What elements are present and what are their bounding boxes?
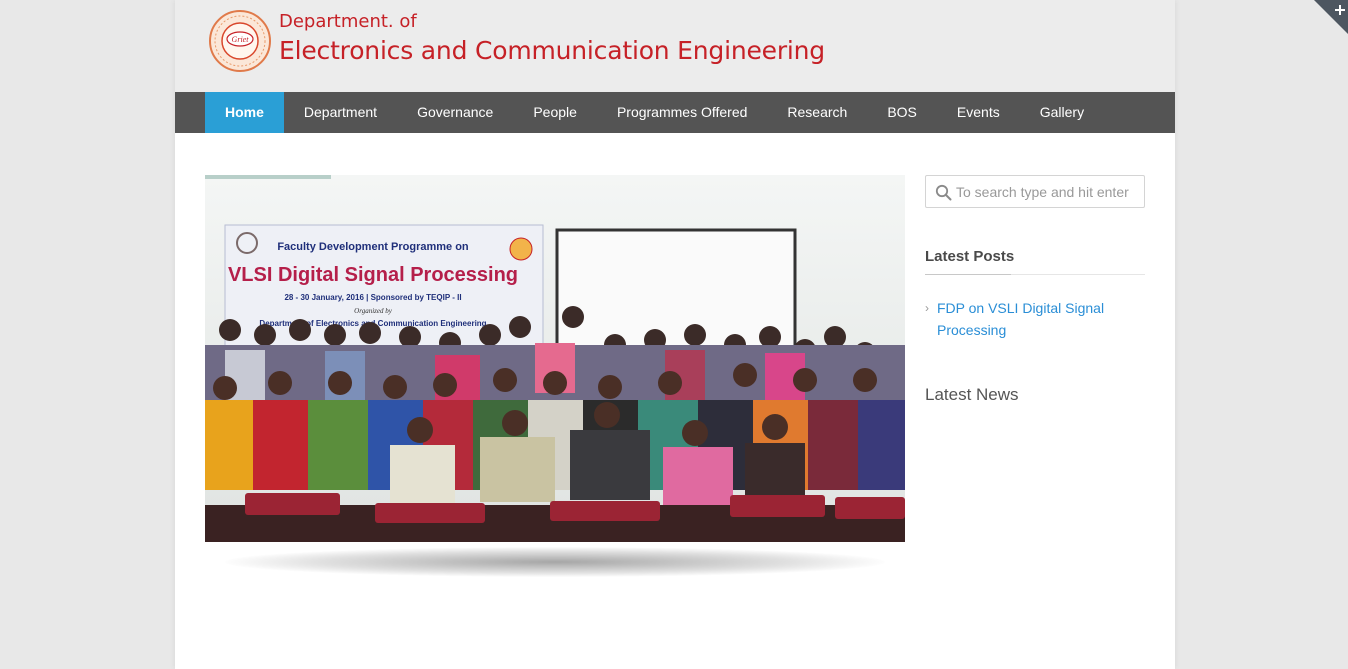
page-container: Griet Department. of Electronics and Com… [175, 0, 1175, 669]
banner-line4: Organized by [354, 307, 393, 315]
slider-progress-bar [205, 175, 905, 179]
logo-text: Griet [232, 35, 250, 44]
sidebar: Latest Posts › FDP on VSLI Digital Signa… [925, 175, 1145, 405]
post-link[interactable]: › FDP on VSLI Digital Signal Processing [925, 297, 1145, 341]
slider-shadow [225, 547, 885, 577]
nav-people[interactable]: People [513, 92, 597, 133]
nav-department[interactable]: Department [284, 92, 397, 133]
nav-programmes-offered[interactable]: Programmes Offered [597, 92, 767, 133]
chevron-right-icon: › [925, 301, 929, 315]
nav-gallery[interactable]: Gallery [1020, 92, 1104, 133]
dept-title[interactable]: Electronics and Communication Engineerin… [279, 36, 825, 65]
plus-icon [1314, 0, 1348, 34]
nav-research[interactable]: Research [767, 92, 867, 133]
latest-posts-underline [925, 274, 1011, 275]
nav-governance[interactable]: Governance [397, 92, 513, 133]
college-logo[interactable]: Griet [208, 9, 272, 73]
banner-line3: 28 - 30 January, 2016 | Sponsored by TEQ… [284, 293, 461, 302]
dept-subtitle: Department. of [279, 11, 417, 32]
nav-home[interactable]: Home [205, 92, 284, 133]
latest-posts-list: › FDP on VSLI Digital Signal Processing [925, 297, 1145, 341]
slider-image[interactable]: Faculty Development Programme on VLSI Di… [205, 175, 905, 542]
banner-line1: Faculty Development Programme on [277, 241, 469, 253]
site-header: Griet Department. of Electronics and Com… [175, 0, 1175, 92]
corner-plus-tab[interactable] [1314, 0, 1348, 34]
search-icon [935, 184, 952, 201]
search-box[interactable] [925, 175, 1145, 208]
nav-events[interactable]: Events [937, 92, 1020, 133]
post-link-label: FDP on VSLI Digital Signal Processing [937, 300, 1105, 338]
nav-bos[interactable]: BOS [867, 92, 937, 133]
latest-posts-heading: Latest Posts [925, 248, 1145, 275]
main-nav: Home Department Governance People Progra… [175, 92, 1175, 133]
latest-posts-title: Latest Posts [925, 248, 1015, 265]
group-photo: Faculty Development Programme on VLSI Di… [205, 175, 905, 542]
banner-title: VLSI Digital Signal Processing [228, 264, 518, 286]
latest-news-heading: Latest News [925, 385, 1019, 404]
search-input[interactable] [956, 176, 1142, 207]
slider-progress-fill [205, 175, 331, 179]
